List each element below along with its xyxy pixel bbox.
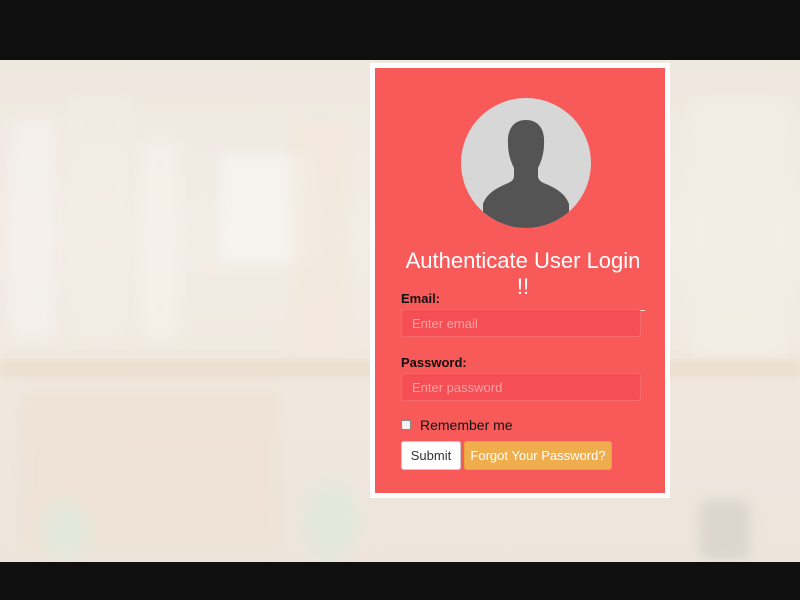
email-field[interactable] [401, 309, 641, 337]
remember-me: Remember me [401, 417, 513, 433]
login-card: Authenticate User Login !! Email: Passwo… [370, 63, 670, 498]
user-silhouette-icon [461, 98, 591, 228]
password-field[interactable] [401, 373, 641, 401]
letterbox-bottom [0, 562, 800, 600]
email-label: Email: [401, 291, 441, 306]
remember-me-label: Remember me [420, 417, 513, 433]
remember-me-checkbox[interactable] [401, 420, 411, 430]
submit-button[interactable]: Submit [401, 441, 461, 470]
password-label: Password: [401, 355, 467, 370]
login-panel: Authenticate User Login !! Email: Passwo… [375, 68, 665, 493]
forgot-password-button[interactable]: Forgot Your Password? [464, 441, 612, 470]
letterbox-top [0, 0, 800, 60]
